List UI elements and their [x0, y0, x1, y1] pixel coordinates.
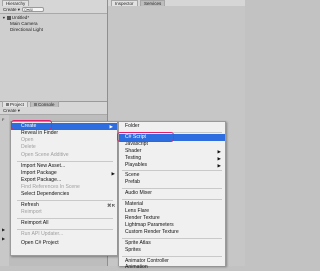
submenu-arrow-icon: ▶ [109, 124, 113, 129]
menu-separator [122, 132, 222, 133]
menu-item-refresh-shortcut: ⌘R [107, 203, 115, 208]
submenu-item-folder[interactable]: Folder [125, 123, 139, 130]
folder-icon [6, 103, 9, 106]
submenu-arrow-icon: ▶ [111, 171, 115, 176]
create-submenu: Folder C# Script Javascript Shader ▶ Tes… [118, 121, 226, 270]
menu-separator [122, 199, 222, 200]
tab-inspector[interactable]: Inspector [111, 0, 138, 6]
submenu-item-prefab[interactable]: Prefab [125, 179, 140, 186]
menu-separator [17, 161, 113, 162]
menu-item-create[interactable]: Create ▶ [11, 123, 117, 130]
project-create-button[interactable]: Create ▾ [3, 108, 20, 113]
submenu-item-playables-label: Playables [125, 162, 148, 168]
menu-separator [122, 188, 222, 189]
submenu-item-render-texture[interactable]: Render Texture [125, 215, 160, 222]
project-tree-assets[interactable]: ▶ [2, 227, 5, 232]
menu-item-create-label: Create [21, 123, 37, 129]
submenu-arrow-icon: ▶ [217, 163, 221, 168]
menu-item-refresh[interactable]: Refresh ⌘R [21, 202, 117, 209]
console-icon [34, 103, 37, 106]
expand-icon[interactable]: ▼ [2, 16, 6, 20]
menu-separator [122, 238, 222, 239]
menu-item-import-new-asset[interactable]: Import New Asset... [21, 163, 65, 170]
menu-item-export-package[interactable]: Export Package... [21, 177, 61, 184]
submenu-item-sprite-atlas[interactable]: Sprite Atlas [125, 240, 151, 247]
submenu-item-sprites[interactable]: Sprites [125, 247, 141, 254]
submenu-arrow-icon: ▶ [217, 156, 221, 161]
project-tree: F ▶ ▶ [0, 115, 9, 266]
menu-item-import-package-label: Import Package [21, 170, 57, 176]
hierarchy-item-directional-light[interactable]: Directional Light [10, 27, 43, 32]
hierarchy-create-button[interactable]: Create ▾ [3, 7, 20, 12]
submenu-item-javascript[interactable]: Javascript [125, 141, 148, 148]
project-tree-favorites[interactable]: F [2, 117, 4, 122]
submenu-item-shader-label: Shader [125, 148, 142, 154]
menu-item-open[interactable]: Open [21, 137, 33, 144]
menu-item-find-references[interactable]: Find References In Scene [21, 184, 80, 191]
hierarchy-panel: Hierarchy Create ▾ Q▾All ▼ Untitled* Main… [0, 0, 107, 101]
menu-item-delete[interactable]: Delete [21, 144, 36, 151]
submenu-item-animation[interactable]: Animation [125, 264, 148, 271]
scene-row[interactable]: ▼ Untitled* [2, 15, 29, 20]
submenu-arrow-icon: ▶ [217, 149, 221, 154]
submenu-item-scene[interactable]: Scene [125, 172, 139, 179]
hierarchy-search-input[interactable]: Q▾All [22, 7, 44, 12]
menu-item-reimport[interactable]: Reimport [21, 209, 42, 216]
menu-separator [122, 256, 222, 257]
scene-icon [6, 15, 11, 20]
menu-separator [122, 170, 222, 171]
menu-separator [17, 218, 113, 219]
menu-item-import-package[interactable]: Import Package ▶ [21, 170, 117, 177]
scene-name: Untitled* [11, 15, 30, 20]
submenu-item-lightmap-parameters[interactable]: Lightmap Parameters [125, 222, 174, 229]
submenu-item-material[interactable]: Material [125, 201, 143, 208]
tab-services[interactable]: Services [140, 0, 166, 6]
submenu-item-testing[interactable]: Testing ▶ [125, 155, 225, 162]
menu-item-open-scene-additive[interactable]: Open Scene Additive [21, 152, 69, 159]
submenu-item-playables[interactable]: Playables ▶ [125, 162, 225, 169]
context-menu: Create ▶ Reveal in Finder Open Delete Op… [10, 121, 118, 256]
menu-item-select-dependencies[interactable]: Select Dependencies [21, 191, 69, 198]
submenu-item-shader[interactable]: Shader ▶ [125, 148, 225, 155]
submenu-item-custom-render-texture[interactable]: Custom Render Texture [125, 229, 179, 236]
hierarchy-search-label: Q▾All [24, 8, 34, 12]
submenu-item-csharp-script[interactable]: C# Script [119, 134, 225, 141]
menu-separator [17, 200, 113, 201]
menu-item-reimport-all[interactable]: Reimport All [21, 220, 48, 227]
submenu-item-testing-label: Testing [125, 155, 142, 161]
menu-item-open-csharp-project[interactable]: Open C# Project [21, 240, 59, 247]
menu-separator [17, 229, 113, 230]
menu-item-reveal-in-finder[interactable]: Reveal in Finder [21, 130, 58, 137]
submenu-item-lens-flare[interactable]: Lens Flare [125, 208, 149, 215]
submenu-item-audio-mixer[interactable]: Audio Mixer [125, 190, 152, 197]
menu-item-refresh-label: Refresh [21, 202, 39, 208]
project-tree-packages[interactable]: ▶ [2, 236, 5, 241]
hierarchy-item-main-camera[interactable]: Main Camera [10, 21, 38, 26]
menu-item-run-api-updater[interactable]: Run API Updater... [21, 231, 63, 238]
